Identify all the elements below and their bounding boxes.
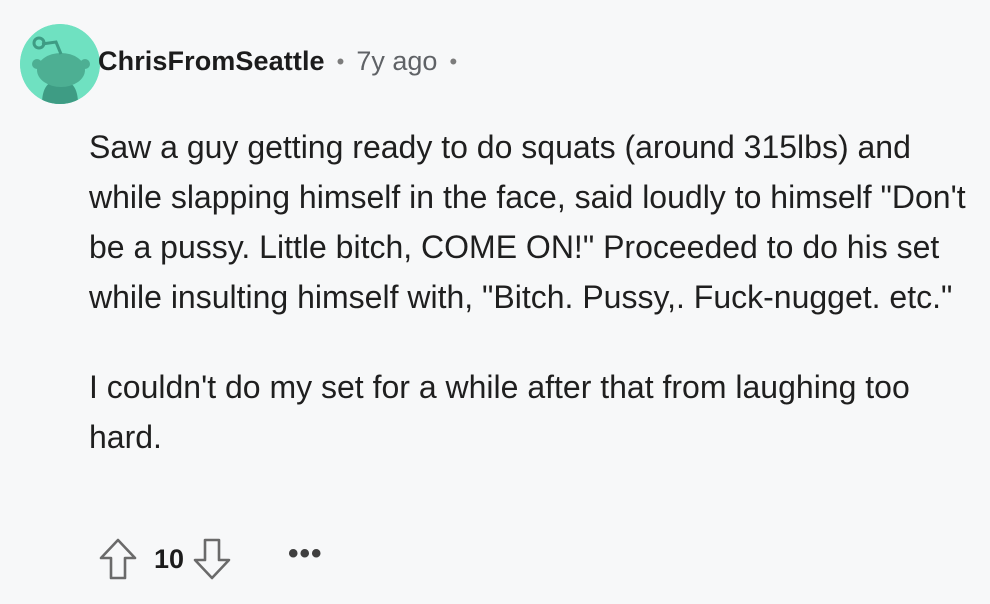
timestamp[interactable]: 7y ago <box>356 46 437 77</box>
more-options-button[interactable]: ••• <box>288 539 323 574</box>
comment-header: ChrisFromSeattle • 7y ago • <box>98 46 469 77</box>
upvote-button[interactable] <box>96 532 140 586</box>
comment-actions: 10 ••• <box>96 532 323 586</box>
comment-paragraph: Saw a guy getting ready to do squats (ar… <box>89 129 966 315</box>
snoo-avatar-icon <box>20 24 100 104</box>
comment-paragraph: I couldn't do my set for a while after t… <box>89 369 910 455</box>
comment-body: Saw a guy getting ready to do squats (ar… <box>89 122 969 462</box>
arrow-down-outline-icon <box>193 538 231 580</box>
avatar[interactable] <box>20 24 100 104</box>
separator-dot: • <box>336 48 345 74</box>
comment: ChrisFromSeattle • 7y ago • Saw a guy ge… <box>0 0 990 604</box>
separator-dot-trailing: • <box>449 48 458 74</box>
vote-score: 10 <box>154 543 185 574</box>
username-link[interactable]: ChrisFromSeattle <box>98 46 325 77</box>
arrow-up-outline-icon <box>99 538 137 580</box>
downvote-button[interactable] <box>190 532 234 586</box>
